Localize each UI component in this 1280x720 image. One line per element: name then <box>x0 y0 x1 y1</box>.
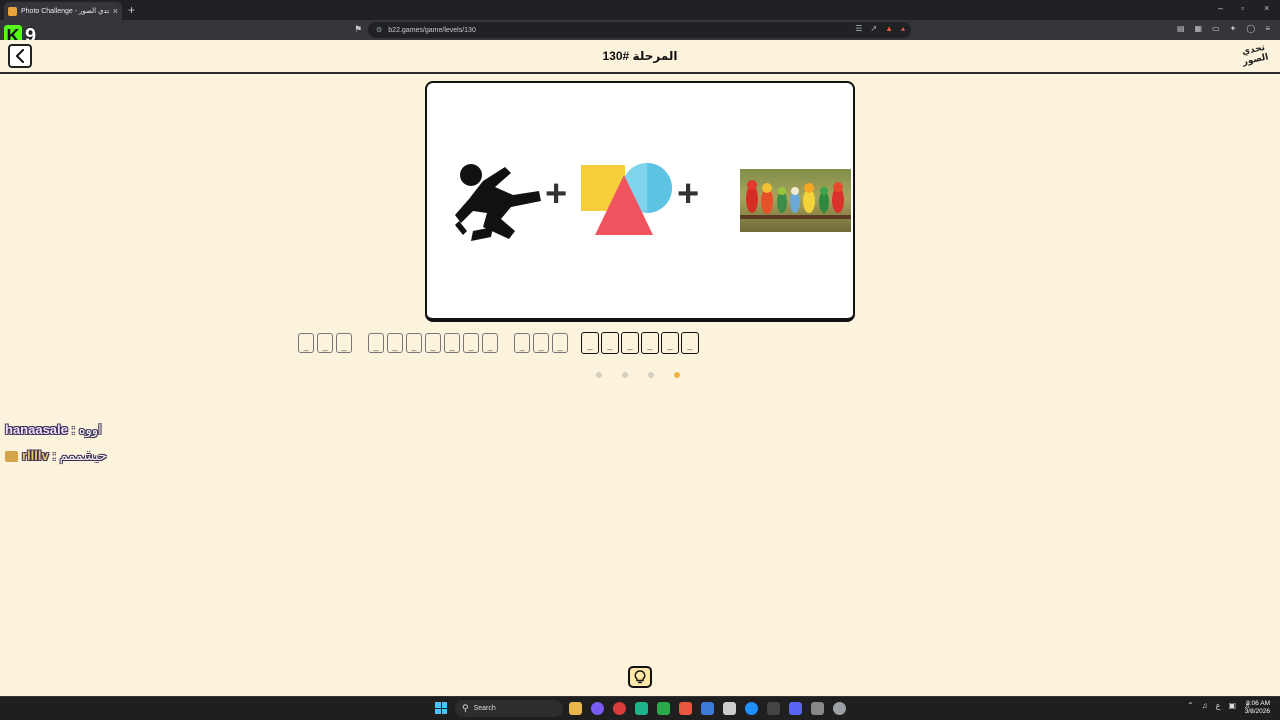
system-tray: ⌃ ♫ ع ▣ ♬ <box>1187 701 1252 710</box>
os-taskbar: ⚲ Search ⌃ ♫ ع ▣ ♬ 8:06 AM 3/8/2026 <box>0 696 1280 720</box>
letter-slot[interactable]: _ <box>368 333 384 353</box>
edge-icon[interactable] <box>745 702 758 715</box>
minimize-button[interactable]: – <box>1218 3 1223 13</box>
page-title: المرحلة #130 <box>602 49 678 63</box>
letter-slot-active[interactable]: _ <box>581 332 599 354</box>
letter-slot-active[interactable]: _ <box>661 332 679 354</box>
language-indicator[interactable]: ع <box>1216 701 1221 710</box>
chat-message: rllllv : حيشممم <box>5 448 107 464</box>
search-icon: ⚲ <box>462 703 469 713</box>
taskbar-clock[interactable]: 8:06 AM 3/8/2026 <box>1245 700 1270 716</box>
colorful-shapes-icon <box>581 163 672 235</box>
browser-tab-bar: Photo Challenge - تحدي الصور × + – ▫ × <box>0 0 1280 20</box>
plus-sign: + <box>545 173 568 215</box>
tab-favicon-icon <box>8 6 17 16</box>
ai-icon[interactable]: ✦ <box>1230 24 1237 33</box>
settings-icon[interactable] <box>833 702 846 715</box>
chat-message: hanaasale : اووه <box>5 422 102 438</box>
clock-date: 3/8/2026 <box>1244 708 1270 715</box>
url-text: b22.games/game/levels/130 <box>388 26 476 34</box>
translate-icon[interactable]: ☰ <box>855 24 862 33</box>
progress-dot <box>648 372 654 378</box>
close-window-button[interactable]: × <box>1264 3 1269 13</box>
network-icon[interactable]: ▣ <box>1228 701 1236 710</box>
microphone-icon[interactable]: ♫ <box>1202 701 1208 710</box>
file-explorer-icon[interactable] <box>569 702 582 715</box>
sidebar-icon[interactable]: ▤ <box>1177 24 1185 33</box>
xbox-icon[interactable] <box>657 702 670 715</box>
bookmark-icon[interactable]: ⚑ <box>354 24 362 35</box>
letter-slot[interactable]: _ <box>552 333 568 353</box>
plus-sign: + <box>677 173 700 215</box>
letter-slot-active[interactable]: _ <box>681 332 699 354</box>
chat-username: hanaasale <box>5 422 68 437</box>
epic-games-icon[interactable] <box>767 702 780 715</box>
letter-slot[interactable]: _ <box>444 333 460 353</box>
app-icon[interactable] <box>591 702 604 715</box>
chat-separator: : <box>67 422 79 437</box>
app-icon[interactable] <box>635 702 648 715</box>
subscriber-badge-icon <box>5 451 18 463</box>
puzzle-row: + + <box>453 161 851 241</box>
tab-title: Photo Challenge - تحدي الصور <box>21 8 109 15</box>
taskbar-search[interactable]: ⚲ Search <box>455 700 563 717</box>
new-tab-button[interactable]: + <box>128 3 135 17</box>
rewards-icon[interactable]: ▴ <box>901 24 905 33</box>
lightbulb-icon <box>634 670 646 684</box>
brave-browser-icon[interactable] <box>679 702 692 715</box>
omnibox-actions: ☰ ↗ ▲ ▴ <box>855 24 905 33</box>
shield-icon[interactable]: ▲ <box>885 24 893 33</box>
chat-text: اووه <box>78 422 102 437</box>
windows-start-icon[interactable] <box>435 702 447 714</box>
vpn-icon[interactable]: ◯ <box>1246 24 1255 33</box>
taskbar-search-label: Search <box>473 705 496 712</box>
letter-slot[interactable]: _ <box>482 333 498 353</box>
letter-slot[interactable]: _ <box>425 333 441 353</box>
split-view-icon[interactable]: ▦ <box>1195 24 1203 33</box>
address-bar[interactable]: ⚙ b22.games/game/levels/130 ☰ ↗ ▲ ▴ <box>368 22 911 38</box>
brand-logo: تحدي الصور <box>1240 41 1270 67</box>
site-info-icon[interactable]: ⚙ <box>376 26 382 34</box>
letter-slot-active[interactable]: _ <box>621 332 639 354</box>
progress-dot <box>596 372 602 378</box>
chevron-up-icon[interactable]: ⌃ <box>1187 701 1194 710</box>
progress-dot <box>622 372 628 378</box>
share-icon[interactable]: ↗ <box>870 24 877 33</box>
hint-button[interactable] <box>628 666 652 688</box>
letter-slot[interactable]: _ <box>298 333 314 353</box>
letter-slot-active[interactable]: _ <box>601 332 619 354</box>
letter-slot-active[interactable]: _ <box>641 332 659 354</box>
app-icon[interactable] <box>701 702 714 715</box>
page-header: المرحلة #130 تحدي الصور <box>0 40 1280 74</box>
letter-slot[interactable]: _ <box>406 333 422 353</box>
app-icon[interactable] <box>723 702 736 715</box>
browser-tab[interactable]: Photo Challenge - تحدي الصور × <box>4 2 122 20</box>
app-icon[interactable] <box>613 702 626 715</box>
chat-separator: : <box>48 448 60 463</box>
letter-slot[interactable]: _ <box>317 333 333 353</box>
app-icon[interactable] <box>811 702 824 715</box>
browser-toolbar: ⚑ ⚙ b22.games/game/levels/130 ☰ ↗ ▲ ▴ ▤ … <box>0 20 1280 40</box>
parrots-photo-art <box>740 180 851 219</box>
letter-slot[interactable]: _ <box>533 333 549 353</box>
person-slipping-icon <box>455 164 541 241</box>
letter-slot[interactable]: _ <box>463 333 479 353</box>
chat-username: rllllv <box>22 448 49 463</box>
letter-slot[interactable]: _ <box>387 333 403 353</box>
progress-dot-current <box>674 372 680 378</box>
letter-slot[interactable]: _ <box>514 333 530 353</box>
maximize-button[interactable]: ▫ <box>1241 3 1244 13</box>
letter-slot[interactable]: _ <box>336 333 352 353</box>
parrots-photo <box>740 169 851 232</box>
browser-right-tools: ▤ ▦ ▭ ✦ ◯ ≡ <box>1177 24 1270 33</box>
clock-time: 8:06 AM <box>1246 700 1270 707</box>
chat-text: حيشممم <box>59 448 107 463</box>
menu-icon[interactable]: ≡ <box>1265 24 1270 33</box>
puzzle-card: + + <box>425 81 855 322</box>
wallet-icon[interactable]: ▭ <box>1212 24 1220 33</box>
discord-icon[interactable] <box>789 702 802 715</box>
tab-close-icon[interactable]: × <box>113 6 118 16</box>
